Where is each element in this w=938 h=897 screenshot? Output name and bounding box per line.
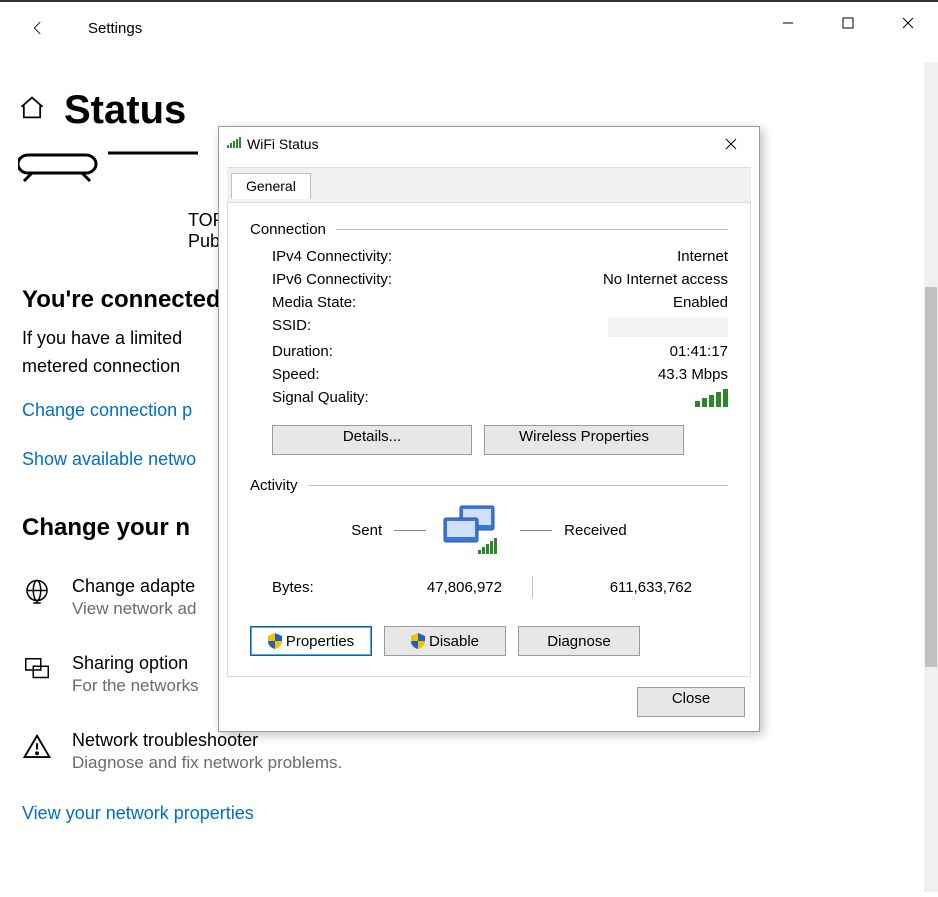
dialog-body: Connection IPv4 Connectivity: Internet I…	[227, 203, 751, 677]
ssid-value-redacted	[608, 317, 728, 337]
option-title: Network troubleshooter	[72, 730, 342, 751]
home-icon[interactable]	[18, 94, 46, 127]
maximize-button[interactable]	[818, 2, 878, 44]
received-label: Received	[564, 522, 627, 539]
globe-icon	[22, 595, 52, 612]
dialog-footer: Close	[219, 677, 759, 731]
network-computers-icon	[438, 504, 508, 556]
activity-line-icon	[394, 530, 426, 531]
disable-button[interactable]: Disable	[384, 626, 506, 656]
row-signal-quality: Signal Quality:	[272, 389, 728, 407]
option-troubleshooter[interactable]: Network troubleshooter Diagnose and fix …	[22, 730, 938, 773]
row-speed: Speed: 43.3 Mbps	[272, 366, 728, 383]
link-view-network-properties[interactable]: View your network properties	[22, 803, 938, 824]
diagnose-button[interactable]: Diagnose	[518, 626, 640, 656]
bytes-label: Bytes:	[272, 579, 392, 596]
activity-diagram: Sent	[250, 504, 728, 556]
group-activity: Activity	[250, 477, 728, 494]
minimize-button[interactable]	[758, 2, 818, 44]
connection-buttons: Details... Wireless Properties	[272, 425, 728, 455]
option-subtitle: Diagnose and fix network problems.	[72, 753, 342, 773]
window-controls	[758, 2, 938, 44]
details-button[interactable]: Details...	[272, 425, 472, 455]
dialog-close-button[interactable]	[711, 129, 751, 159]
bytes-row: Bytes: 47,806,972 611,633,762	[272, 576, 728, 598]
settings-app-title: Settings	[88, 20, 142, 37]
wireless-properties-button[interactable]: Wireless Properties	[484, 425, 684, 455]
scrollbar-thumb[interactable]	[925, 287, 937, 667]
close-button[interactable]: Close	[637, 687, 745, 717]
option-subtitle: For the networks	[72, 676, 199, 696]
sent-bytes: 47,806,972	[392, 579, 502, 596]
received-bytes: 611,633,762	[562, 579, 692, 596]
dialog-title: WiFi Status	[247, 136, 319, 152]
tab-strip: General	[227, 167, 751, 203]
tab-general[interactable]: General	[231, 173, 311, 199]
row-media-state: Media State: Enabled	[272, 294, 728, 311]
wifi-status-dialog: WiFi Status General Connection IPv4 Conn…	[218, 126, 760, 732]
dialog-titlebar[interactable]: WiFi Status	[219, 127, 759, 161]
scrollbar-track[interactable]	[924, 62, 938, 892]
properties-button[interactable]: Properties	[250, 626, 372, 656]
row-duration: Duration: 01:41:17	[272, 343, 728, 360]
signal-bars-icon	[695, 389, 728, 407]
activity-line-icon	[520, 530, 552, 531]
warning-triangle-icon	[22, 749, 52, 766]
page-title: Status	[64, 88, 186, 133]
shield-icon	[268, 633, 282, 649]
row-ipv4: IPv4 Connectivity: Internet	[272, 248, 728, 265]
page-heading-row: Status	[0, 54, 938, 133]
row-ipv6: IPv6 Connectivity: No Internet access	[272, 271, 728, 288]
close-button[interactable]	[878, 2, 938, 44]
shield-icon	[411, 633, 425, 649]
option-title: Change adapte	[72, 576, 196, 597]
group-connection: Connection	[250, 221, 728, 238]
bytes-separator	[532, 576, 533, 598]
back-arrow-icon[interactable]	[26, 16, 50, 40]
sent-label: Sent	[351, 522, 382, 539]
action-buttons: Properties Disable Diagnose	[250, 626, 728, 656]
printer-share-icon	[22, 672, 52, 689]
option-subtitle: View network ad	[72, 599, 196, 619]
signal-bars-icon	[227, 136, 241, 152]
option-title: Sharing option	[72, 653, 199, 674]
row-ssid: SSID:	[272, 317, 728, 337]
